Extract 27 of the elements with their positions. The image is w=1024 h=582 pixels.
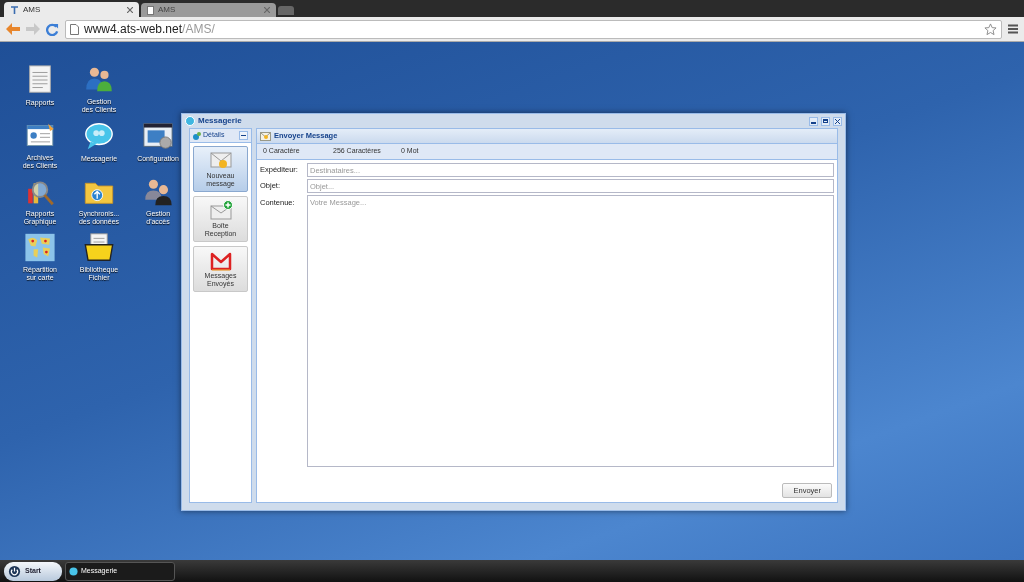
logo-icon [10, 5, 19, 14]
maximize-button[interactable] [821, 116, 830, 126]
page-icon [70, 23, 79, 35]
collapse-button[interactable] [239, 131, 248, 140]
power-icon [8, 564, 21, 578]
world-map-icon[interactable] [24, 232, 56, 263]
close-button[interactable] [833, 116, 842, 126]
envelope-icon [208, 150, 233, 171]
tab-title: AMS [23, 3, 42, 16]
browser-tab[interactable]: AMS [141, 3, 276, 17]
open-folder-icon[interactable] [83, 232, 115, 263]
tab-title: AMS [158, 4, 177, 16]
menu-icon[interactable] [1008, 24, 1018, 34]
minimize-button[interactable] [809, 116, 818, 126]
star-icon[interactable] [984, 22, 997, 36]
mail-icon [208, 250, 233, 271]
address-bar[interactable]: www4.ats-web.net/AMS/ [65, 19, 1002, 39]
reload-icon[interactable] [46, 22, 59, 36]
settings-icon[interactable] [142, 120, 174, 152]
page-icon [147, 5, 154, 15]
dots-icon [193, 131, 201, 140]
close-icon[interactable] [127, 6, 133, 13]
envelope-icon [260, 131, 271, 141]
browser-tab[interactable]: AMS [4, 2, 139, 17]
window-title: Messagerie [198, 115, 242, 127]
envelope-plus-icon [208, 200, 233, 221]
url-text: www4.ats-web.net/AMS/ [84, 21, 215, 38]
